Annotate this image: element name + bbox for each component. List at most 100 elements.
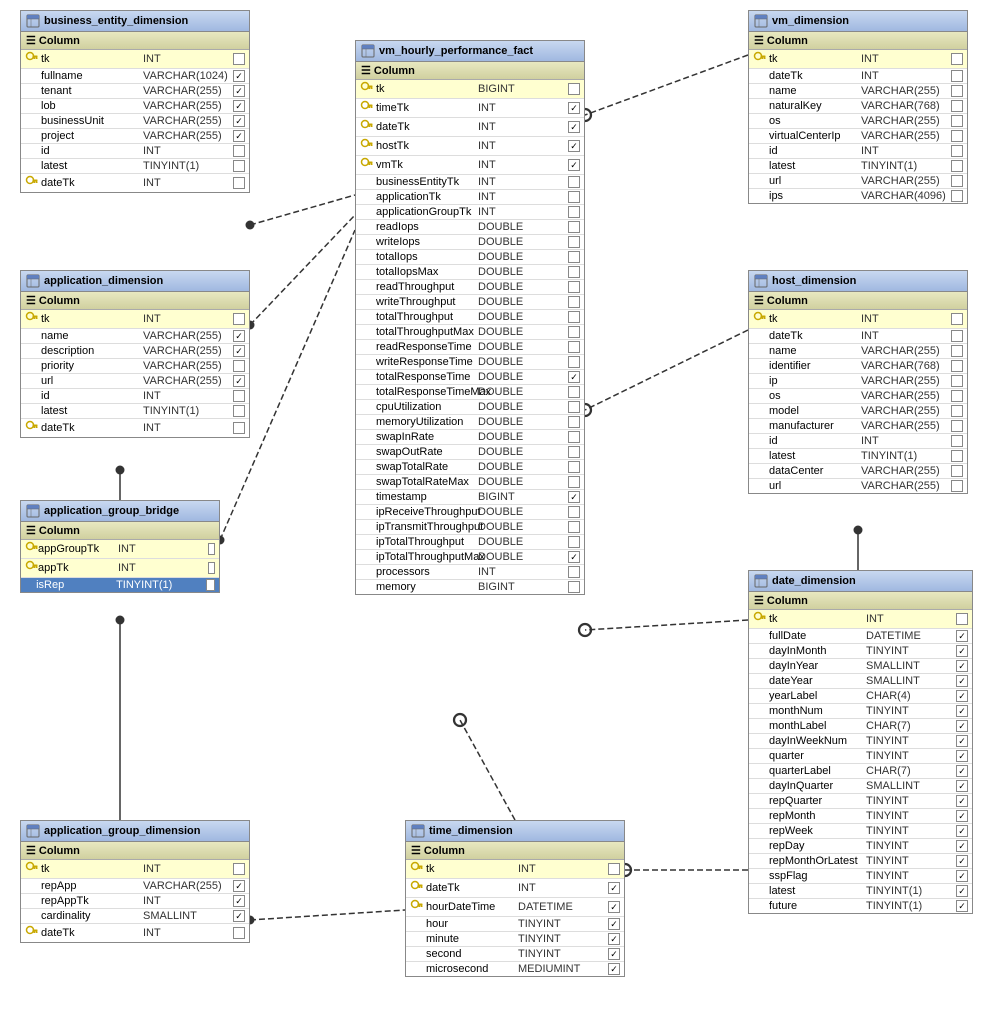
col-name: project [41, 130, 143, 142]
col-check [568, 356, 580, 368]
col-name: priority [41, 360, 143, 372]
table-row: naturalKeyVARCHAR(768) [749, 99, 967, 114]
table-row: dateTkINT [21, 419, 249, 437]
col-name: repApp [41, 880, 143, 892]
col-type: CHAR(7) [866, 720, 956, 732]
table-row: totalIopsMaxDOUBLE [356, 265, 584, 280]
table-header-application_group_bridge: application_group_bridge [21, 501, 219, 522]
col-type: VARCHAR(255) [861, 175, 951, 187]
table-row: fullDateDATETIME [749, 629, 972, 644]
table-row: latestTINYINT(1) [749, 449, 967, 464]
col-check [951, 390, 963, 402]
col-check [568, 491, 580, 503]
col-check [233, 390, 245, 402]
col-type: INT [118, 543, 208, 555]
table-title: date_dimension [772, 575, 856, 587]
col-name: processors [376, 566, 478, 578]
col-type: MEDIUMINT [518, 963, 608, 975]
table-row: priorityVARCHAR(255) [21, 359, 249, 374]
col-check [568, 371, 580, 383]
col-type: DOUBLE [478, 521, 568, 533]
col-check [568, 206, 580, 218]
table-row: urlVARCHAR(255) [749, 174, 967, 189]
col-name: ip [769, 375, 861, 387]
col-check [956, 613, 968, 625]
table-row: dateTkINT [749, 329, 967, 344]
col-check [956, 795, 968, 807]
table-title: business_entity_dimension [44, 15, 188, 27]
col-type: DOUBLE [478, 296, 568, 308]
col-check [951, 175, 963, 187]
table-row: dayInWeekNumTINYINT [749, 734, 972, 749]
row-icon [25, 541, 38, 557]
col-check [951, 405, 963, 417]
col-name: dataCenter [769, 465, 861, 477]
col-check [233, 405, 245, 417]
row-icon [360, 100, 376, 116]
col-type: VARCHAR(768) [861, 100, 951, 112]
table-row: yearLabelCHAR(4) [749, 689, 972, 704]
col-name: url [41, 375, 143, 387]
col-type: VARCHAR(255) [143, 330, 233, 342]
col-check [568, 566, 580, 578]
col-type: INT [118, 562, 208, 574]
col-check [233, 85, 245, 97]
col-name: latest [41, 405, 143, 417]
table-row: secondTINYINT [406, 947, 624, 962]
row-icon [25, 925, 41, 941]
col-check [233, 360, 245, 372]
col-type: DOUBLE [478, 446, 568, 458]
col-name: hostTk [376, 140, 478, 152]
col-name: quarterLabel [769, 765, 866, 777]
col-check [951, 345, 963, 357]
table-row: repAppVARCHAR(255) [21, 879, 249, 894]
connector-app-fact [250, 215, 355, 325]
table-row: repMonthOrLatestTINYINT [749, 854, 972, 869]
table-row: swapOutRateDOUBLE [356, 445, 584, 460]
table-row: dateTkINT [356, 118, 584, 137]
col-type: TINYINT [866, 810, 956, 822]
col-type: DOUBLE [478, 371, 568, 383]
col-type: INT [478, 102, 568, 114]
col-check [956, 810, 968, 822]
col-type: VARCHAR(255) [143, 375, 233, 387]
col-type: VARCHAR(255) [861, 85, 951, 97]
col-check [956, 840, 968, 852]
col-type: VARCHAR(1024) [143, 70, 233, 82]
table-header-host_dimension: host_dimension [749, 271, 967, 292]
col-check [951, 100, 963, 112]
col-header-label: ☰ Column [754, 594, 808, 607]
col-type: INT [478, 176, 568, 188]
table-row: businessUnitVARCHAR(255) [21, 114, 249, 129]
table-row: microsecondMEDIUMINT [406, 962, 624, 976]
col-check [233, 345, 245, 357]
row-icon [753, 611, 769, 627]
col-type: CHAR(4) [866, 690, 956, 702]
col-check [951, 465, 963, 477]
table-row: monthLabelCHAR(7) [749, 719, 972, 734]
col-name: applicationTk [376, 191, 478, 203]
col-name: dateTk [376, 121, 478, 133]
col-name: repDay [769, 840, 866, 852]
col-type: INT [478, 206, 568, 218]
col-type: TINYINT [866, 795, 956, 807]
table-row: applicationGroupTkINT [356, 205, 584, 220]
col-type: VARCHAR(255) [143, 85, 233, 97]
col-type: DATETIME [866, 630, 956, 642]
col-name: applicationGroupTk [376, 206, 478, 218]
col-check [233, 927, 245, 939]
col-check [568, 431, 580, 443]
col-check [568, 551, 580, 563]
col-name: virtualCenterIp [769, 130, 861, 142]
table-title: application_group_bridge [44, 505, 179, 517]
col-name: businessUnit [41, 115, 143, 127]
table-date_dimension: date_dimension☰ ColumntkINTfullDateDATET… [748, 570, 973, 914]
col-type: TINYINT(1) [143, 160, 233, 172]
table-row: lobVARCHAR(255) [21, 99, 249, 114]
col-check [608, 882, 620, 894]
col-check [956, 855, 968, 867]
col-name: minute [426, 933, 518, 945]
col-name: cpuUtilization [376, 401, 478, 413]
col-header-label: ☰ Column [26, 844, 80, 857]
col-check [951, 435, 963, 447]
